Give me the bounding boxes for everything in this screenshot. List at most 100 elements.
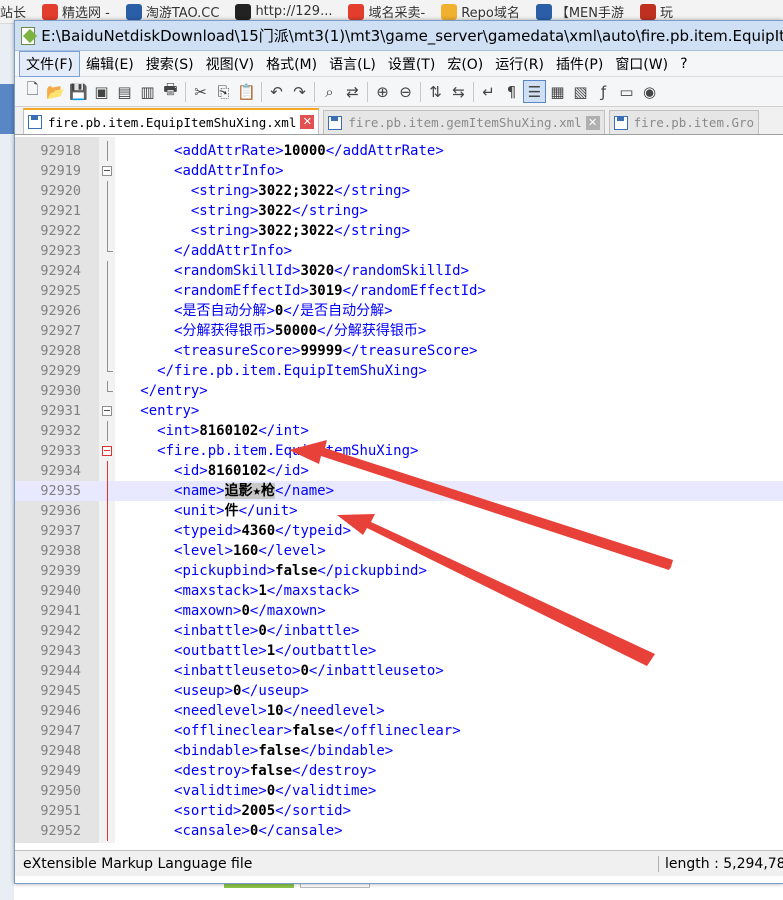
open-file-icon[interactable]: 📂	[44, 80, 67, 103]
replace-icon[interactable]: ⇄	[341, 80, 364, 103]
user-lang-icon[interactable]: ▦	[546, 80, 569, 103]
bookmark-item[interactable]: 玩	[640, 2, 673, 21]
close-tab-icon[interactable]: ✕	[300, 115, 315, 129]
menu-item[interactable]: 格式(M)	[260, 52, 323, 76]
bookmark-item[interactable]: 淘游TAO.CC	[125, 2, 219, 21]
code-line[interactable]: 92934 <id>8160102</id>	[15, 461, 783, 481]
code-line[interactable]: 92937 <typeid>4360</typeid>	[15, 521, 783, 541]
code-line[interactable]: 92943 <outbattle>1</outbattle>	[15, 641, 783, 661]
save-icon[interactable]: 💾	[67, 80, 90, 103]
code-text: <randomEffectId>3019</randomEffectId>	[115, 281, 486, 301]
zoom-in-icon[interactable]: ⊕	[371, 80, 394, 103]
menu-item[interactable]: 宏(O)	[441, 52, 489, 76]
code-editor[interactable]: 92918 <addAttrRate>10000</addAttrRate> 92…	[15, 137, 783, 843]
code-line[interactable]: 92920 <string>3022;3022</string>	[15, 181, 783, 201]
title-bar[interactable]: E:\BaiduNetdiskDownload\15门派\mt3(1)\mt3\…	[15, 21, 783, 51]
code-line[interactable]: 92939 <pickupbind>false</pickupbind>	[15, 561, 783, 581]
code-line[interactable]: 92931 <entry>	[15, 401, 783, 421]
bookmark-item[interactable]: 站长	[0, 2, 26, 21]
code-line[interactable]: 92929 </fire.pb.item.EquipItemShuXing>	[15, 361, 783, 381]
code-line[interactable]: 92935 <name>追影★枪</name>	[15, 481, 783, 501]
fold-marker[interactable]	[101, 441, 113, 461]
code-line[interactable]: 92949 <destroy>false</destroy>	[15, 761, 783, 781]
undo-icon[interactable]: ↶	[265, 80, 288, 103]
menu-item[interactable]: 运行(R)	[489, 52, 550, 76]
code-line[interactable]: 92951 <sortid>2005</sortid>	[15, 801, 783, 821]
code-line[interactable]: 92919 <addAttrInfo>	[15, 161, 783, 181]
line-number: 92941	[40, 603, 81, 619]
code-line[interactable]: 92921 <string>3022</string>	[15, 201, 783, 221]
code-line[interactable]: 92933 <fire.pb.item.EquipItemShuXing>	[15, 441, 783, 461]
bookmark-item[interactable]: Repo域名	[441, 2, 520, 21]
paste-icon[interactable]: 📋	[235, 80, 258, 103]
bookmark-item[interactable]: 域名采卖-	[348, 2, 425, 21]
document-tab[interactable]: fire.pb.item.Gro	[608, 110, 760, 134]
print-icon[interactable]: 🖶	[159, 80, 182, 103]
code-line[interactable]: 92936 <unit>件</unit>	[15, 501, 783, 521]
indent-guide-icon[interactable]: ☰	[523, 80, 546, 103]
word-wrap-icon[interactable]: ↵	[477, 80, 500, 103]
code-line[interactable]: 92938 <level>160</level>	[15, 541, 783, 561]
close-icon[interactable]: ▤	[113, 80, 136, 103]
folder-workspace-icon[interactable]: ▭	[615, 80, 638, 103]
code-line[interactable]: 92927 <分解获得银币>50000</分解获得银币>	[15, 321, 783, 341]
code-line[interactable]: 92944 <inbattleuseto>0</inbattleuseto>	[15, 661, 783, 681]
code-line[interactable]: 92941 <maxown>0</maxown>	[15, 601, 783, 621]
document-tab[interactable]: fire.pb.item.gemItemShuXing.xml ✕	[323, 110, 605, 134]
find-icon[interactable]: ⌕	[318, 80, 341, 103]
function-list-icon[interactable]: ƒ	[592, 80, 615, 103]
line-number: 92944	[40, 663, 81, 679]
save-all-icon[interactable]: ▣	[90, 80, 113, 103]
code-line[interactable]: 92946 <needlevel>10</needlevel>	[15, 701, 783, 721]
code-text: <sortid>2005</sortid>	[115, 801, 351, 821]
code-line[interactable]: 92930 </entry>	[15, 381, 783, 401]
menu-item[interactable]: 语言(L)	[323, 52, 382, 76]
code-line[interactable]: 92942 <inbattle>0</inbattle>	[15, 621, 783, 641]
line-number: 92939	[40, 563, 81, 579]
code-line[interactable]: 92948 <bindable>false</bindable>	[15, 741, 783, 761]
code-line[interactable]: 92940 <maxstack>1</maxstack>	[15, 581, 783, 601]
code-line[interactable]: 92925 <randomEffectId>3019</randomEffect…	[15, 281, 783, 301]
fold-marker[interactable]	[101, 161, 113, 181]
code-line[interactable]: 92918 <addAttrRate>10000</addAttrRate>	[15, 141, 783, 161]
close-tab-icon[interactable]: ✕	[585, 115, 600, 130]
menu-item[interactable]: ?	[674, 54, 693, 74]
xml-value: 10	[266, 703, 284, 719]
sync-horizontal-icon[interactable]: ⇆	[447, 80, 470, 103]
code-line[interactable]: 92945 <useup>0</useup>	[15, 681, 783, 701]
menu-item[interactable]: 文件(F)	[19, 50, 80, 77]
show-all-chars-icon[interactable]: ¶	[500, 80, 523, 103]
code-line[interactable]: 92932 <int>8160102</int>	[15, 421, 783, 441]
monitor-icon[interactable]: ◉	[638, 80, 661, 103]
menu-item[interactable]: 设置(T)	[382, 52, 441, 76]
menu-item[interactable]: 编辑(E)	[80, 52, 140, 76]
sync-vertical-icon[interactable]: ⇅	[424, 80, 447, 103]
code-line[interactable]: 92926 <是否自动分解>0</是否自动分解>	[15, 301, 783, 321]
code-line[interactable]: 92947 <offlineclear>false</offlineclear>	[15, 721, 783, 741]
fold-marker[interactable]	[101, 401, 113, 421]
bookmark-item[interactable]: 精选网 -	[42, 2, 110, 21]
code-line[interactable]: 92923 </addAttrInfo>	[15, 241, 783, 261]
code-line[interactable]: 92928 <treasureScore>99999</treasureScor…	[15, 341, 783, 361]
code-line[interactable]: 92952 <cansale>0</cansale>	[15, 821, 783, 841]
redo-icon[interactable]: ↷	[288, 80, 311, 103]
code-text: <name>追影★枪</name>	[115, 481, 334, 501]
bookmark-item[interactable]: 【MEN手游	[535, 2, 624, 21]
menu-item[interactable]: 插件(P)	[550, 52, 609, 76]
new-file-icon[interactable]: 🗋	[21, 80, 44, 103]
code-line[interactable]: 92922 <string>3022;3022</string>	[15, 221, 783, 241]
doc-map-icon[interactable]: ▧	[569, 80, 592, 103]
cut-icon[interactable]: ✂	[189, 80, 212, 103]
wordpress-icon	[125, 3, 142, 20]
copy-icon[interactable]: ⎘	[212, 80, 235, 103]
zoom-out-icon[interactable]: ⊖	[394, 80, 417, 103]
menu-item[interactable]: 搜索(S)	[140, 52, 200, 76]
close-all-icon[interactable]: ▥	[136, 80, 159, 103]
bookmark-item[interactable]: http://129...	[235, 3, 332, 20]
document-tab[interactable]: fire.pb.item.EquipItemShuXing.xml ✕	[23, 108, 320, 134]
code-line[interactable]: 92950 <validtime>0</validtime>	[15, 781, 783, 801]
menu-item[interactable]: 视图(V)	[200, 52, 261, 76]
code-line[interactable]: 92924 <randomSkillId>3020</randomSkillId…	[15, 261, 783, 281]
menu-item[interactable]: 窗口(W)	[609, 52, 674, 76]
code-text: </entry>	[115, 381, 207, 401]
